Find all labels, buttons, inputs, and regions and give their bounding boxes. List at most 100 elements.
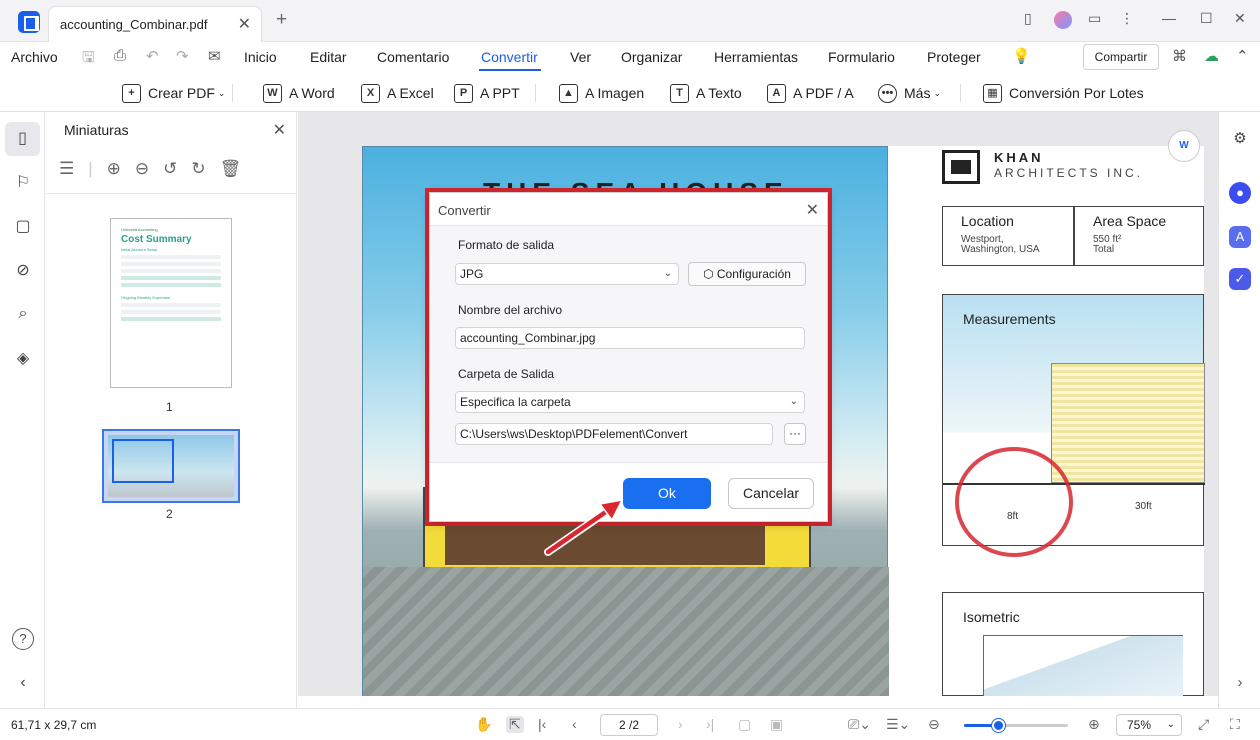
zoom-in-icon[interactable]: ⊕: [107, 159, 121, 179]
tablet-icon[interactable]: ▯: [1024, 10, 1032, 27]
collapse-left-icon[interactable]: ‹: [12, 672, 34, 694]
share-button[interactable]: Compartir: [1083, 44, 1159, 70]
create-pdf-button[interactable]: + Crear PDF ⌄: [122, 82, 225, 104]
layers-icon[interactable]: ◈: [12, 348, 34, 370]
comment-icon[interactable]: ▢: [12, 216, 34, 238]
zoom-slider-knob[interactable]: [992, 719, 1006, 732]
menu-inicio[interactable]: Inicio: [244, 49, 277, 65]
format-select[interactable]: JPG ⌄: [455, 263, 679, 285]
page-thumbnail-2[interactable]: [102, 429, 240, 503]
divider: [1073, 207, 1075, 265]
format-label: Formato de salida: [458, 238, 555, 252]
rotate-right-icon[interactable]: ↻: [191, 159, 205, 179]
minimize-icon[interactable]: —: [1162, 10, 1176, 26]
filename-input[interactable]: accounting_Combinar.jpg: [455, 327, 805, 349]
measurements-title: Measurements: [963, 311, 1056, 327]
translate-icon[interactable]: A: [1229, 226, 1251, 248]
menu-comentario[interactable]: Comentario: [377, 49, 449, 65]
menu-convertir[interactable]: Convertir: [481, 49, 538, 65]
close-window-icon[interactable]: ✕: [1234, 10, 1246, 27]
configuration-button[interactable]: ⬡ Configuración: [688, 262, 806, 286]
location-label: Location: [961, 213, 1014, 229]
ok-button[interactable]: Ok: [623, 478, 711, 509]
fit-screen-icon[interactable]: ⤢: [1198, 716, 1209, 733]
scroll-mode-icon[interactable]: ☰⌄: [886, 716, 910, 733]
menu-proteger[interactable]: Proteger: [927, 49, 981, 65]
to-text-button[interactable]: T A Texto: [670, 82, 742, 104]
page-thumbnail-1[interactable]: Umbrella Accounting Cost Summary Initial…: [110, 218, 232, 388]
close-panel-icon[interactable]: ✕: [273, 120, 286, 140]
collapse-ribbon-icon[interactable]: ⌃: [1236, 47, 1249, 65]
zoom-in-icon[interactable]: ⊕: [1088, 716, 1100, 733]
lightbulb-icon[interactable]: 💡: [1012, 47, 1031, 65]
new-tab-icon[interactable]: +: [276, 9, 287, 31]
maximize-icon[interactable]: ☐: [1200, 10, 1213, 27]
floating-convert-icon[interactable]: W: [1168, 130, 1200, 162]
convert-dialog: Convertir ✕ Formato de salida JPG ⌄ ⬡ Con…: [429, 192, 828, 522]
filename-label: Nombre del archivo: [458, 303, 563, 317]
more-options-icon[interactable]: ⋮: [1120, 10, 1134, 27]
expand-right-icon[interactable]: ›: [1229, 672, 1251, 694]
page-number-input[interactable]: 2 /2: [600, 714, 658, 736]
zoom-select[interactable]: 75% ⌄: [1116, 714, 1182, 736]
document-tab[interactable]: accounting_Combinar.pdf ✕: [48, 6, 262, 42]
close-tab-icon[interactable]: ✕: [238, 14, 251, 34]
save-icon[interactable]: 🖫: [82, 47, 95, 72]
batch-conversion-label: Conversión Por Lotes: [1009, 85, 1144, 101]
menu-ver[interactable]: Ver: [570, 49, 591, 65]
next-page-icon[interactable]: ›: [678, 716, 683, 732]
menu-herramientas[interactable]: Herramientas: [714, 49, 798, 65]
browse-folder-button[interactable]: ···: [784, 423, 806, 445]
avatar[interactable]: [1054, 11, 1072, 29]
properties-sliders-icon[interactable]: ⚙: [1229, 128, 1251, 150]
menu-archivo[interactable]: Archivo: [11, 49, 58, 65]
mail-icon[interactable]: ✉: [208, 47, 221, 65]
hand-tool-icon[interactable]: ✋: [475, 716, 492, 733]
attachment-icon[interactable]: ⊘: [12, 260, 34, 282]
dialog-close-icon[interactable]: ✕: [806, 200, 819, 220]
more-button[interactable]: ••• Más ⌄: [878, 82, 941, 104]
cancel-button[interactable]: Cancelar: [728, 478, 814, 509]
to-pdfa-button[interactable]: A A PDF / A: [767, 82, 854, 104]
ai-assistant-icon[interactable]: ●: [1229, 182, 1251, 204]
visible-area-indicator[interactable]: [112, 439, 174, 483]
zoom-slider[interactable]: [964, 719, 1068, 732]
fit-page-icon[interactable]: ▢: [738, 716, 751, 733]
menu-editar[interactable]: Editar: [310, 49, 347, 65]
fullscreen-icon[interactable]: ⛶: [1230, 716, 1240, 733]
check-tool-icon[interactable]: ✓: [1229, 268, 1251, 290]
redo-icon[interactable]: ↷: [176, 47, 189, 65]
undo-icon[interactable]: ↶: [146, 47, 159, 65]
zoom-out-icon[interactable]: ⊖: [928, 716, 940, 733]
batch-conversion-button[interactable]: ▦ Conversión Por Lotes: [983, 82, 1144, 104]
rotate-left-icon[interactable]: ↺: [163, 159, 177, 179]
help-icon[interactable]: ?: [12, 628, 34, 650]
menu-organizar[interactable]: Organizar: [621, 49, 682, 65]
to-excel-button[interactable]: X A Excel: [361, 82, 434, 104]
cloud-sync-icon[interactable]: ☁: [1204, 47, 1219, 65]
prev-page-icon[interactable]: ‹: [572, 716, 577, 732]
print-icon[interactable]: ⎙: [114, 47, 126, 64]
message-icon[interactable]: ▭: [1088, 10, 1101, 27]
first-page-icon[interactable]: |‹: [538, 716, 546, 732]
fit-width-icon[interactable]: ▣: [770, 716, 783, 733]
folder-path-input[interactable]: C:\Users\ws\Desktop\PDFelement\Convert: [455, 423, 773, 445]
to-word-button[interactable]: W A Word: [263, 82, 335, 104]
menu-formulario[interactable]: Formulario: [828, 49, 895, 65]
bookmark-icon[interactable]: ⚐: [12, 172, 34, 194]
output-folder-select[interactable]: Especifica la carpeta ⌄: [455, 391, 805, 413]
thumbnails-panel-icon[interactable]: ▯: [5, 122, 40, 156]
delete-page-icon[interactable]: 🗑: [220, 159, 242, 179]
list-options-icon[interactable]: ☰: [59, 159, 74, 179]
search-icon[interactable]: ⌕: [12, 303, 34, 325]
zoom-out-icon[interactable]: ⊖: [135, 159, 149, 179]
last-page-icon[interactable]: ›|: [706, 716, 714, 732]
to-image-button[interactable]: ▲ A Imagen: [559, 82, 644, 104]
more-dots-icon: •••: [878, 83, 897, 103]
to-ppt-button[interactable]: P A PPT: [454, 82, 520, 104]
page-number-2: 2: [166, 507, 173, 521]
network-icon[interactable]: ⌘: [1172, 47, 1187, 65]
page-layout-icon[interactable]: ⎚⌄: [848, 716, 871, 733]
select-tool-icon[interactable]: ⇱: [506, 716, 524, 733]
app-logo-icon: [18, 11, 40, 33]
